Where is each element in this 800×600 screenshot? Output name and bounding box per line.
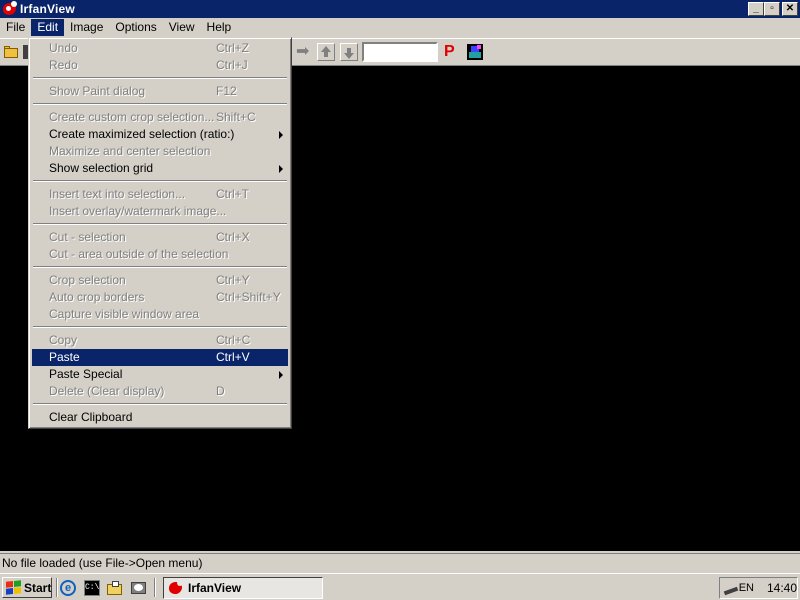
next-page-button[interactable] xyxy=(340,43,358,61)
menu-item-insert-text[interactable]: Insert text into selection... Ctrl+T xyxy=(32,186,288,203)
menu-item-paste-special[interactable]: Paste Special xyxy=(32,366,288,383)
irfanview-task-icon xyxy=(168,580,184,596)
arrow-down-icon xyxy=(344,48,354,59)
menu-item-clear-clipboard[interactable]: Clear Clipboard xyxy=(32,409,288,426)
menu-item-custom-crop[interactable]: Create custom crop selection... Shift+C xyxy=(32,109,288,126)
open-folder-icon[interactable] xyxy=(3,43,21,61)
quicklaunch-separator-end xyxy=(154,578,156,597)
menu-view[interactable]: View xyxy=(163,19,201,36)
menu-item-auto-crop[interactable]: Auto crop borders Ctrl+Shift+Y xyxy=(32,289,288,306)
menu-separator xyxy=(32,177,288,186)
start-label: Start xyxy=(24,580,52,595)
menu-file[interactable]: File xyxy=(0,19,31,36)
menu-options[interactable]: Options xyxy=(109,19,162,36)
menu-separator xyxy=(32,263,288,272)
start-button[interactable]: Start xyxy=(2,577,52,598)
system-tray: EN 14:40 xyxy=(719,577,798,599)
menu-item-cut-outside[interactable]: Cut - area outside of the selection xyxy=(32,246,288,263)
menu-item-insert-overlay[interactable]: Insert overlay/watermark image... xyxy=(32,203,288,220)
submenu-arrow-icon xyxy=(279,131,283,139)
maximize-button[interactable]: ▫ xyxy=(764,2,780,16)
window-controls: _ ▫ ✕ xyxy=(748,2,798,16)
menu-item-redo[interactable]: Redo Ctrl+J xyxy=(32,57,288,74)
menu-bar: File Edit Image Options View Help xyxy=(0,18,800,37)
next-arrow-icon[interactable]: ➡ xyxy=(296,43,314,61)
menu-item-cut-selection[interactable]: Cut - selection Ctrl+X xyxy=(32,229,288,246)
status-bar: No file loaded (use File->Open menu) xyxy=(0,553,800,571)
menu-item-delete[interactable]: Delete (Clear display) D xyxy=(32,383,288,400)
taskbar-irfanview-button[interactable]: IrfanView xyxy=(163,577,323,599)
menu-help[interactable]: Help xyxy=(201,19,238,36)
acquire-scan-icon[interactable] xyxy=(466,43,484,61)
close-icon: ✕ xyxy=(785,3,795,14)
menu-item-maximize-center[interactable]: Maximize and center selection xyxy=(32,143,288,160)
close-button[interactable]: ✕ xyxy=(782,2,798,16)
menu-separator xyxy=(32,74,288,83)
menu-edit[interactable]: Edit xyxy=(31,19,65,36)
menu-item-paste[interactable]: Paste Ctrl+V xyxy=(32,349,288,366)
language-indicator[interactable]: EN xyxy=(739,582,754,594)
minimize-button[interactable]: _ xyxy=(748,2,764,16)
window-title: IrfanView xyxy=(20,2,75,16)
menu-separator xyxy=(32,220,288,229)
edit-menu-dropdown: Undo Ctrl+Z Redo Ctrl+J Show Paint dialog F… xyxy=(28,37,292,429)
command-prompt-icon[interactable]: C:\ xyxy=(84,580,100,596)
menu-item-show-paint-dialog[interactable]: Show Paint dialog F12 xyxy=(32,83,288,100)
maximize-icon: ▫ xyxy=(770,3,774,14)
taskbar: Start e C:\ IrfanView EN 14:40 xyxy=(0,573,800,600)
menu-image[interactable]: Image xyxy=(64,19,109,36)
arrow-up-icon xyxy=(321,46,331,57)
menu-item-selection-grid[interactable]: Show selection grid xyxy=(32,160,288,177)
menu-separator xyxy=(32,100,288,109)
clock[interactable]: 14:40 xyxy=(767,581,797,595)
menu-item-maximized-selection[interactable]: Create maximized selection (ratio:) xyxy=(32,126,288,143)
menu-item-copy[interactable]: Copy Ctrl+C xyxy=(32,332,288,349)
task-label: IrfanView xyxy=(188,581,242,595)
submenu-arrow-icon xyxy=(279,371,283,379)
windows-explorer-icon[interactable] xyxy=(107,580,123,596)
quicklaunch-separator xyxy=(56,578,58,597)
minimize-icon: _ xyxy=(753,3,759,14)
menu-item-capture-window[interactable]: Capture visible window area xyxy=(32,306,288,323)
menu-separator xyxy=(32,400,288,409)
submenu-arrow-icon xyxy=(279,165,283,173)
irfanview-app-icon[interactable] xyxy=(2,1,18,17)
show-desktop-icon[interactable] xyxy=(131,580,147,596)
menu-item-crop-selection[interactable]: Crop selection Ctrl+Y xyxy=(32,272,288,289)
previous-page-button[interactable] xyxy=(317,43,335,61)
internet-explorer-icon[interactable]: e xyxy=(60,580,76,596)
paint-icon[interactable]: P xyxy=(444,43,462,61)
title-bar[interactable]: IrfanView _ ▫ ✕ xyxy=(0,0,800,18)
pen-input-icon[interactable] xyxy=(723,581,736,595)
menu-separator xyxy=(32,323,288,332)
page-number-input[interactable] xyxy=(362,42,438,62)
windows-flag-icon xyxy=(6,579,21,596)
menu-item-undo[interactable]: Undo Ctrl+Z xyxy=(32,40,288,57)
